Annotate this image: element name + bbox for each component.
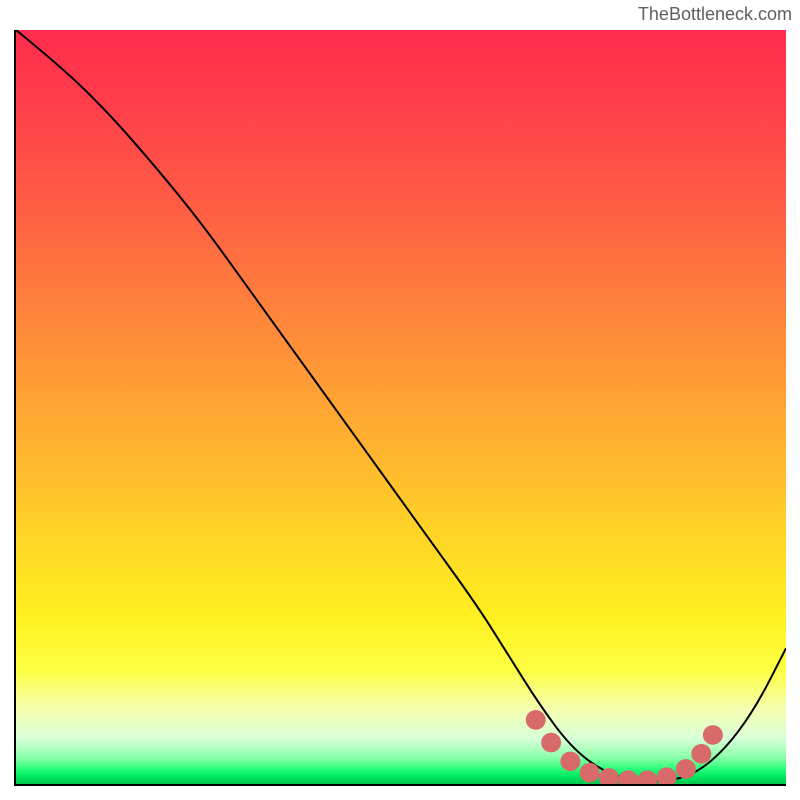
attribution-text: TheBottleneck.com — [638, 4, 792, 25]
optimal-range-dots — [16, 30, 786, 784]
plot-area — [16, 30, 786, 784]
